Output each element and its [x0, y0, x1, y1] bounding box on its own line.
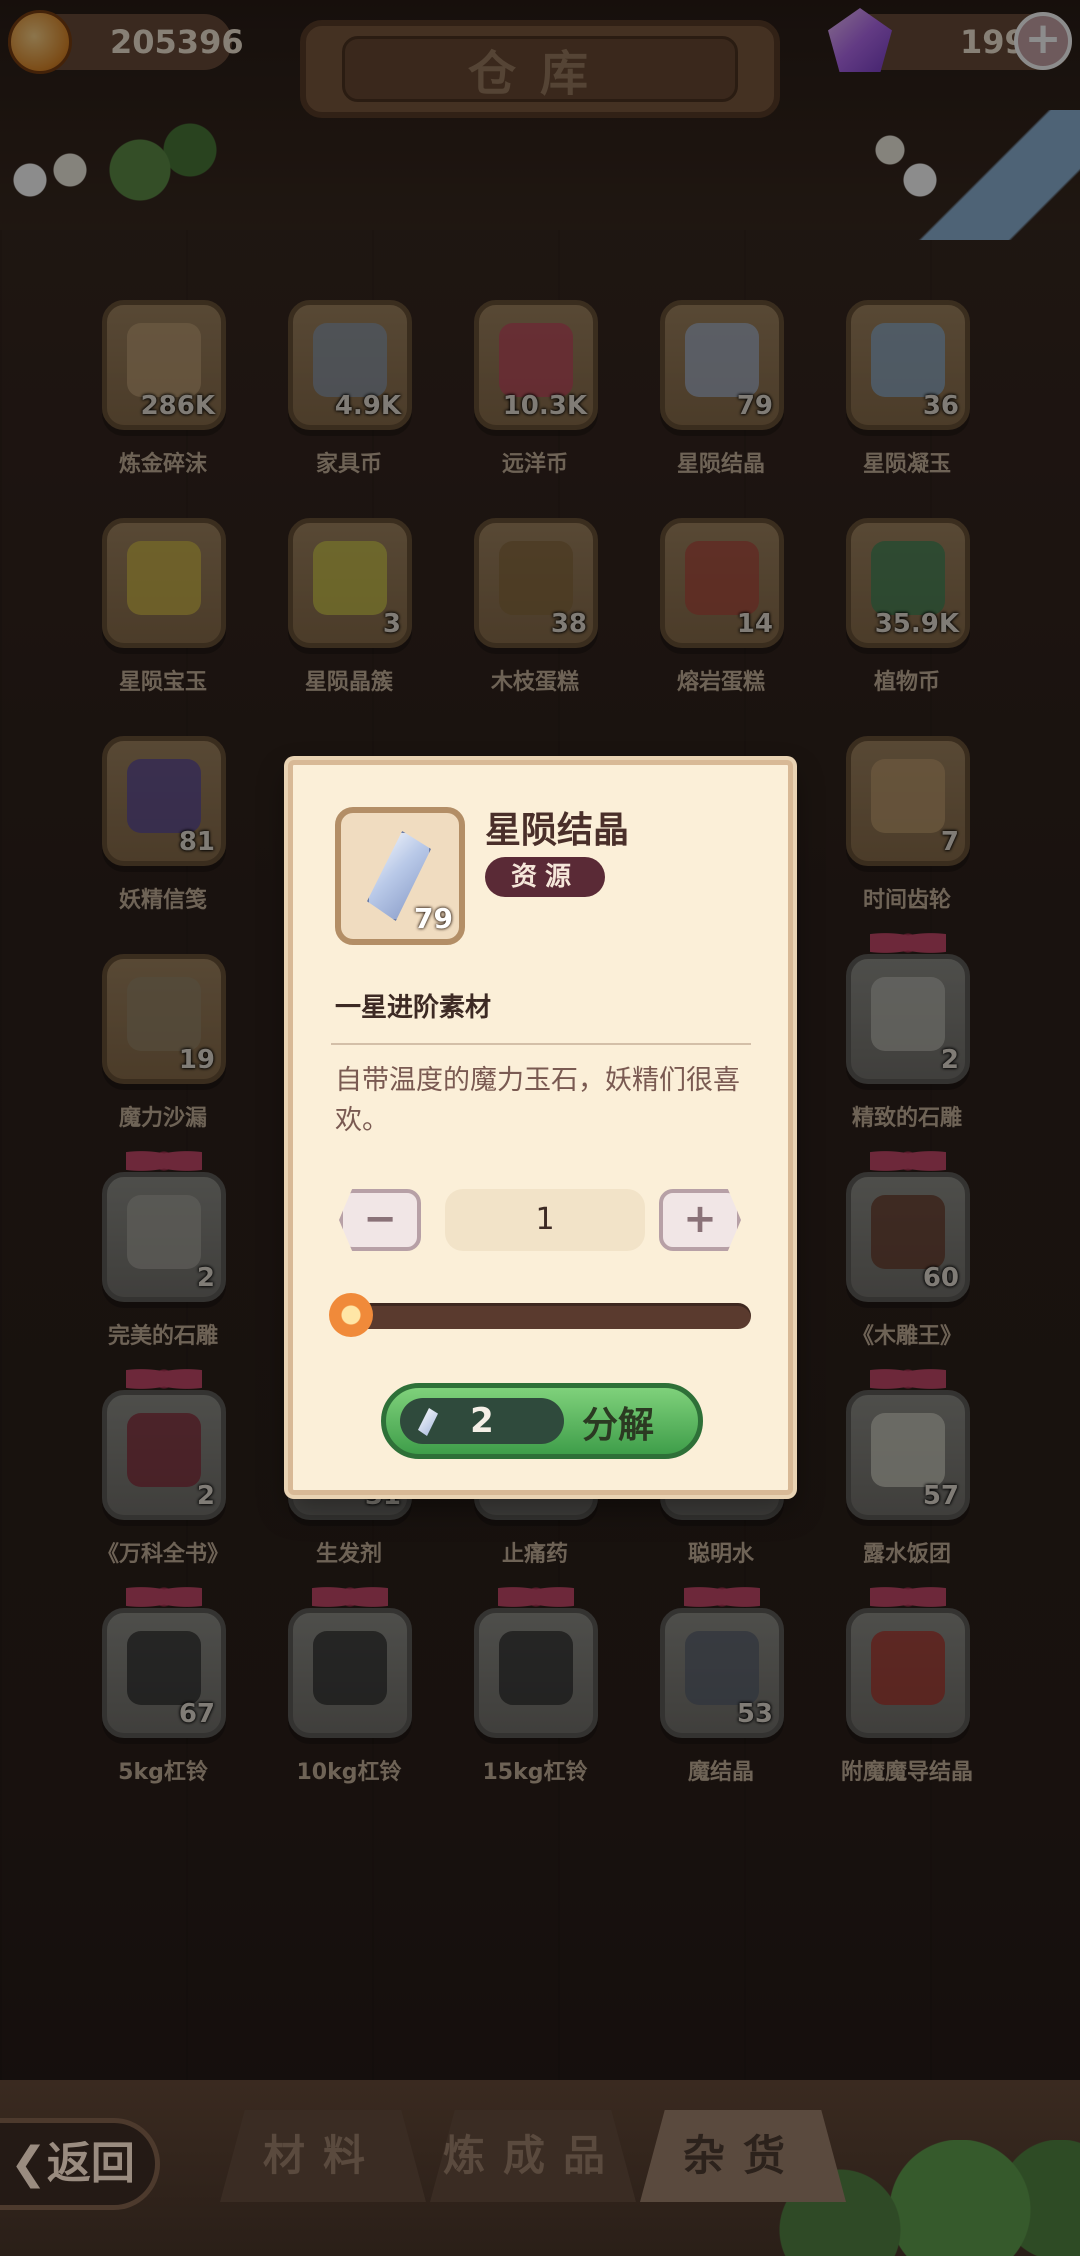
item-detail-modal: 79 星陨结晶 资源 一星进阶素材 自带温度的魔力玉石，妖精们很喜欢。 − 1 … — [288, 760, 793, 1495]
decompose-count: 2 — [470, 1401, 494, 1441]
decompose-cost-pill: 2 — [400, 1398, 564, 1444]
item-description: 自带温度的魔力玉石，妖精们很喜欢。 — [335, 1065, 740, 1136]
quantity-slider[interactable] — [329, 1293, 751, 1337]
increase-quantity-button[interactable]: + — [659, 1189, 741, 1251]
tab-sundries[interactable]: 杂货 — [640, 2110, 846, 2202]
item-icon-slot: 79 — [335, 807, 465, 945]
slider-knob-flower-icon[interactable] — [329, 1293, 373, 1337]
quantity-field[interactable]: 1 — [445, 1189, 645, 1251]
item-type-badge: 资源 — [485, 857, 605, 897]
back-button[interactable]: ❮返回 — [0, 2118, 160, 2210]
decrease-quantity-button[interactable]: − — [339, 1189, 421, 1251]
tab-materials[interactable]: 材料 — [220, 2110, 426, 2202]
item-name: 星陨结晶 — [485, 810, 630, 851]
item-subtitle: 一星进阶素材 — [335, 993, 492, 1023]
decompose-label: 分解 — [582, 1405, 655, 1446]
divider — [331, 1043, 751, 1045]
decompose-button[interactable]: 2 分解 — [381, 1383, 703, 1459]
item-count: 79 — [414, 902, 453, 935]
tab-crafted[interactable]: 炼成品 — [430, 2110, 636, 2202]
